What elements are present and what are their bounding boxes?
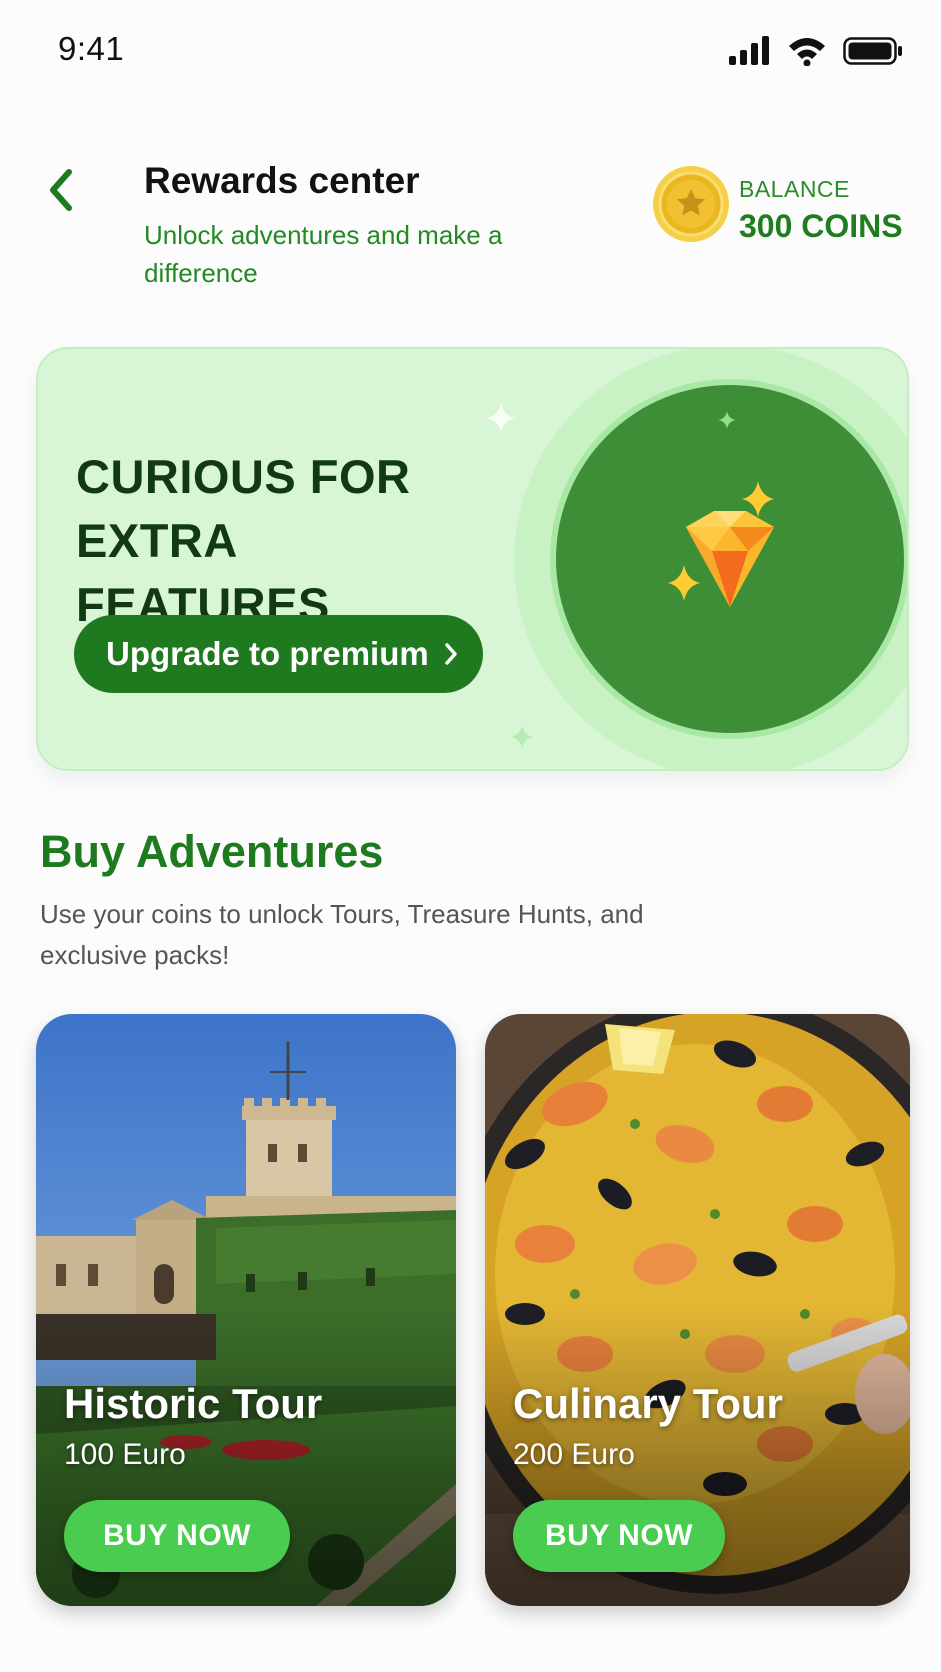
sparkle-icon: [718, 411, 736, 429]
card-price: 200 Euro: [513, 1438, 635, 1471]
adventure-card-historic[interactable]: Historic Tour 100 Euro BUY NOW: [36, 1014, 456, 1606]
upgrade-premium-label: Upgrade to premium: [106, 635, 429, 672]
status-bar: 9:41: [0, 0, 941, 100]
adventure-card-culinary[interactable]: Culinary Tour 200 Euro BUY NOW: [485, 1014, 910, 1606]
upgrade-premium-button[interactable]: Upgrade to premium: [74, 615, 483, 693]
battery-icon: [843, 37, 902, 65]
premium-banner: CURIOUS FOR EXTRA FEATURES Upgrade to pr…: [36, 347, 909, 771]
buy-now-button[interactable]: BUY NOW: [513, 1500, 725, 1572]
chevron-left-icon: [50, 169, 72, 211]
cellular-signal-icon: [729, 36, 769, 65]
banner-headline: CURIOUS FOR EXTRA FEATURES: [76, 450, 411, 631]
section-title: Buy Adventures: [40, 826, 384, 877]
chevron-right-icon: [444, 643, 457, 665]
wifi-icon: [789, 38, 825, 66]
sparkle-icon: [486, 403, 516, 433]
back-button[interactable]: [36, 162, 84, 218]
page-subtitle: Unlock adventures and make a difference: [144, 220, 503, 288]
buy-now-button[interactable]: BUY NOW: [64, 1500, 290, 1572]
balance-value: 300 COINS: [739, 208, 903, 244]
section-description: Use your coins to unlock Tours, Treasure…: [40, 899, 644, 970]
sparkle-icon: [510, 725, 534, 749]
balance-label: BALANCE: [739, 176, 850, 202]
status-icons: [727, 34, 903, 68]
status-time: 9:41: [58, 30, 125, 67]
diamond-icon: [668, 481, 774, 607]
coin-icon: [653, 166, 729, 242]
card-title: Historic Tour: [64, 1380, 323, 1427]
page-title: Rewards center: [144, 160, 420, 201]
card-title: Culinary Tour: [513, 1380, 783, 1427]
card-price: 100 Euro: [64, 1438, 186, 1471]
